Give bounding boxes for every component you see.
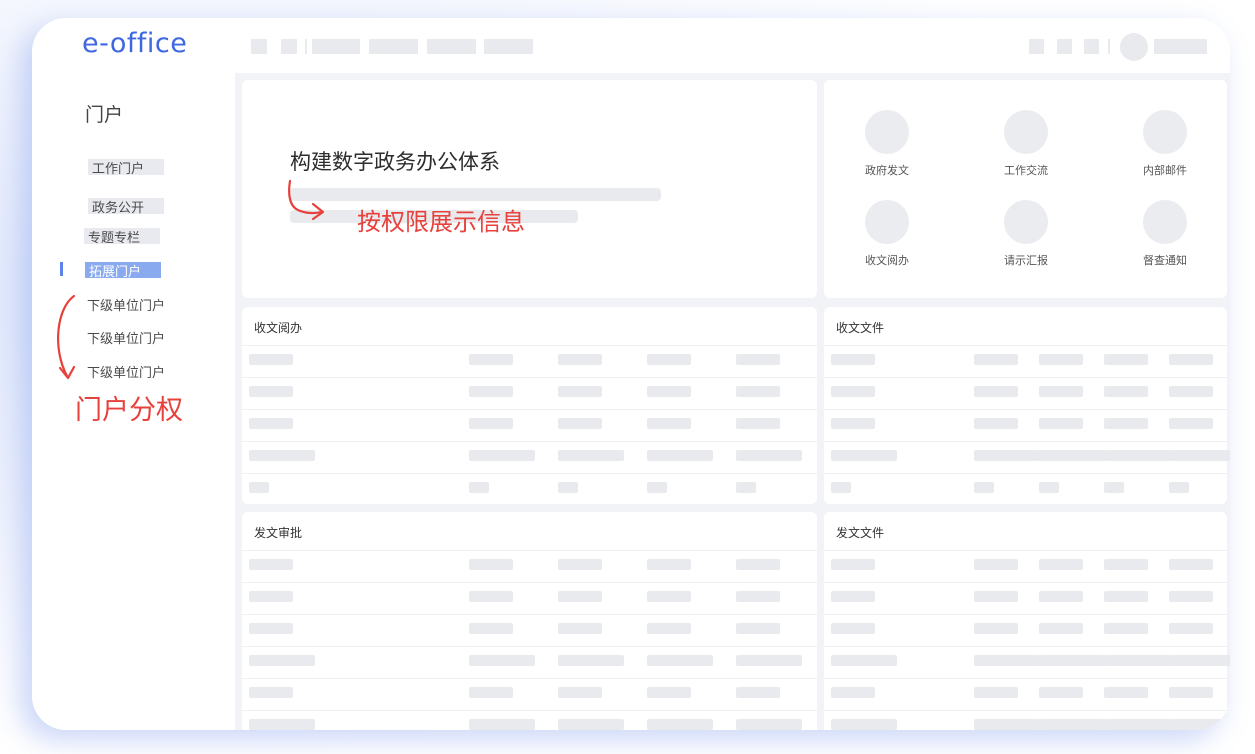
sidebar-item-label: 下级单位门户 [87,332,166,347]
curved-arrow-icon [56,294,76,378]
arrowhead-icon [58,365,76,380]
arrowhead-icon [311,202,325,221]
sidebar-item-label: 专题专栏 [88,231,141,246]
annotation-arrows [56,179,325,380]
curved-arrow-icon [288,179,323,215]
sidebar-item-label: 政务公开 [92,201,145,216]
sidebar-item-label: 拓展门户 [89,265,142,280]
app-window: e-office 门户 工作门户 政务公开 专题专栏 拓展门户 下级单位门户 下… [32,18,1230,730]
sidebar-item-label: 下级单位门户 [87,366,166,381]
screenshot-stage: e-office 门户 工作门户 政务公开 专题专栏 拓展门户 下级单位门户 下… [0,0,1255,754]
sidebar-item-label: 工作门户 [92,162,145,177]
sidebar-item-label: 下级单位门户 [87,299,166,314]
